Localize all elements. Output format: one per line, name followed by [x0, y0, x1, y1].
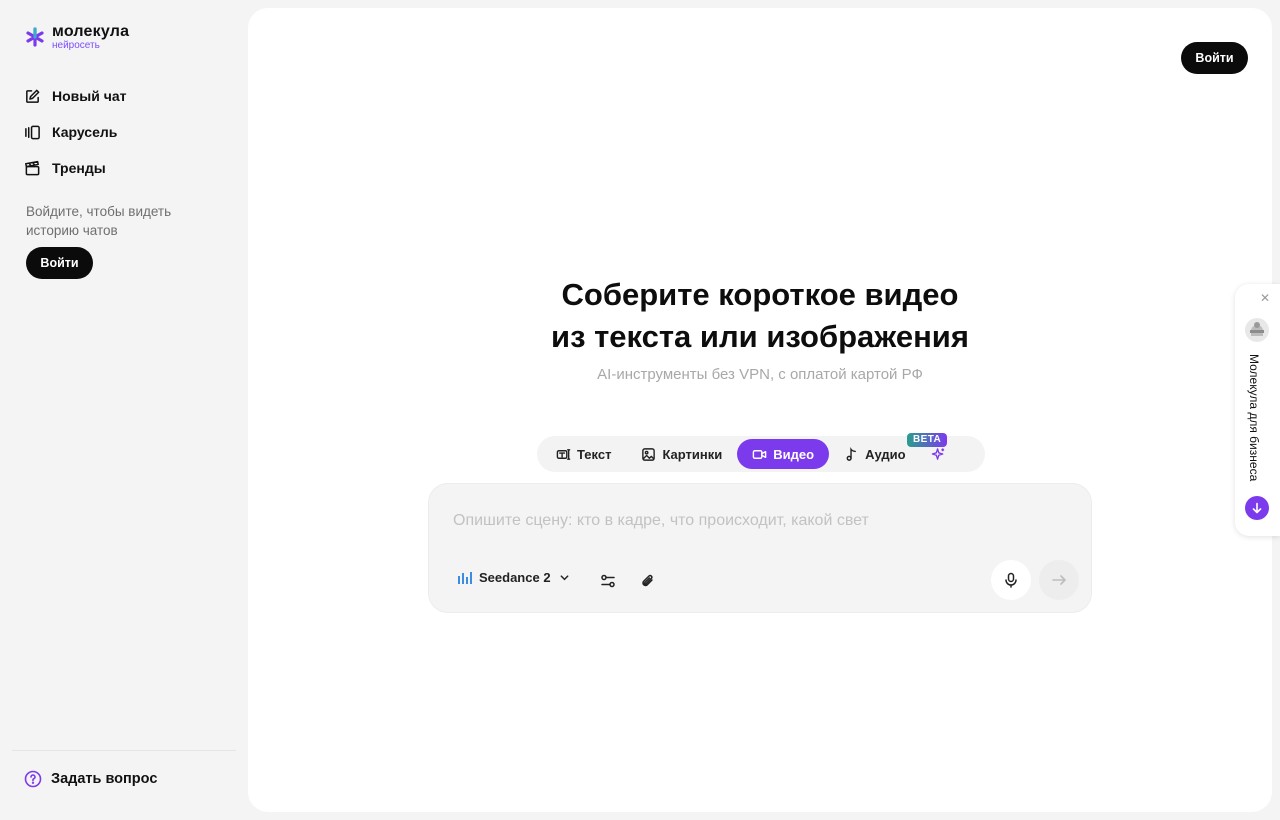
clapperboard-icon: [25, 160, 40, 175]
sidebar-item-label: Тренды: [52, 160, 106, 176]
business-widget-label: Молекула для бизнеса: [1247, 354, 1261, 482]
logo-subtitle: нейросеть: [52, 40, 100, 51]
send-button[interactable]: [1039, 560, 1079, 600]
chevron-down-icon: [560, 575, 568, 581]
model-bars-icon: [458, 571, 472, 584]
tab-images[interactable]: Картинки: [626, 439, 737, 469]
ask-question-label: Задать вопрос: [51, 771, 158, 787]
arrow-down-icon: [1252, 502, 1262, 514]
image-icon: [642, 447, 656, 461]
arrow-right-icon: [1052, 575, 1066, 585]
prompt-composer: Опишите сцену: кто в кадре, что происход…: [428, 483, 1092, 613]
sidebar-item-label: Новый чат: [52, 88, 127, 104]
page-title: Соберите короткое видео из текста или из…: [248, 274, 1272, 358]
music-note-icon: [846, 446, 857, 461]
sidebar: молекула нейросеть Новый чат Карусель Тр…: [0, 0, 248, 820]
business-widget-expand-button[interactable]: [1245, 496, 1269, 520]
carousel-icon: [25, 125, 40, 139]
prompt-input[interactable]: Опишите сцену: кто в кадре, что происход…: [453, 512, 869, 530]
model-selector[interactable]: Seedance 2: [457, 570, 570, 585]
beta-badge: BETA: [907, 433, 948, 447]
business-widget[interactable]: ✕ Молекула для бизнеса: [1235, 284, 1280, 536]
page-subtitle: AI-инструменты без VPN, с оплатой картой…: [597, 366, 923, 383]
settings-sliders-icon[interactable]: [599, 572, 617, 590]
text-icon: [556, 448, 571, 460]
microphone-button[interactable]: [991, 560, 1031, 600]
logo-title: молекула: [52, 23, 130, 40]
sidebar-item-trends[interactable]: Тренды: [24, 150, 127, 186]
edit-icon: [26, 89, 40, 103]
sidebar-login-button[interactable]: Войти: [26, 247, 93, 279]
tab-label: Аудио: [865, 446, 906, 462]
business-avatar-icon: [1245, 318, 1269, 342]
tab-label: Картинки: [662, 446, 723, 462]
microphone-icon: [1005, 572, 1017, 588]
tab-label: Текст: [577, 446, 612, 462]
tab-label: Видео: [773, 446, 815, 462]
paperclip-icon[interactable]: [639, 572, 657, 590]
title-line-1: Соберите короткое видео: [561, 277, 959, 312]
model-name: Seedance 2: [479, 570, 551, 585]
sidebar-item-label: Карусель: [52, 124, 118, 140]
tab-text[interactable]: Текст: [541, 439, 626, 469]
title-line-2: из текста или изображения: [551, 319, 969, 354]
sidebar-nav: Новый чат Карусель Тренды: [24, 78, 127, 186]
video-icon: [752, 449, 767, 459]
help-circle-icon: [24, 770, 42, 788]
main-panel: Войти Соберите короткое видео из текста …: [248, 8, 1272, 812]
sidebar-item-new-chat[interactable]: Новый чат: [24, 78, 127, 114]
sidebar-divider: [12, 750, 236, 751]
molecule-logo-icon: [26, 27, 44, 47]
ask-question-link[interactable]: Задать вопрос: [24, 770, 157, 788]
sparkle-icon: [931, 447, 944, 460]
close-icon[interactable]: ✕: [1257, 290, 1273, 306]
tab-video[interactable]: Видео: [737, 439, 830, 469]
login-hint-text: Войдите, чтобы видеть историю чатов: [26, 204, 172, 238]
logo[interactable]: молекула нейросеть: [24, 24, 129, 51]
header-login-button[interactable]: Войти: [1181, 42, 1248, 74]
sidebar-item-carousel[interactable]: Карусель: [24, 114, 127, 150]
